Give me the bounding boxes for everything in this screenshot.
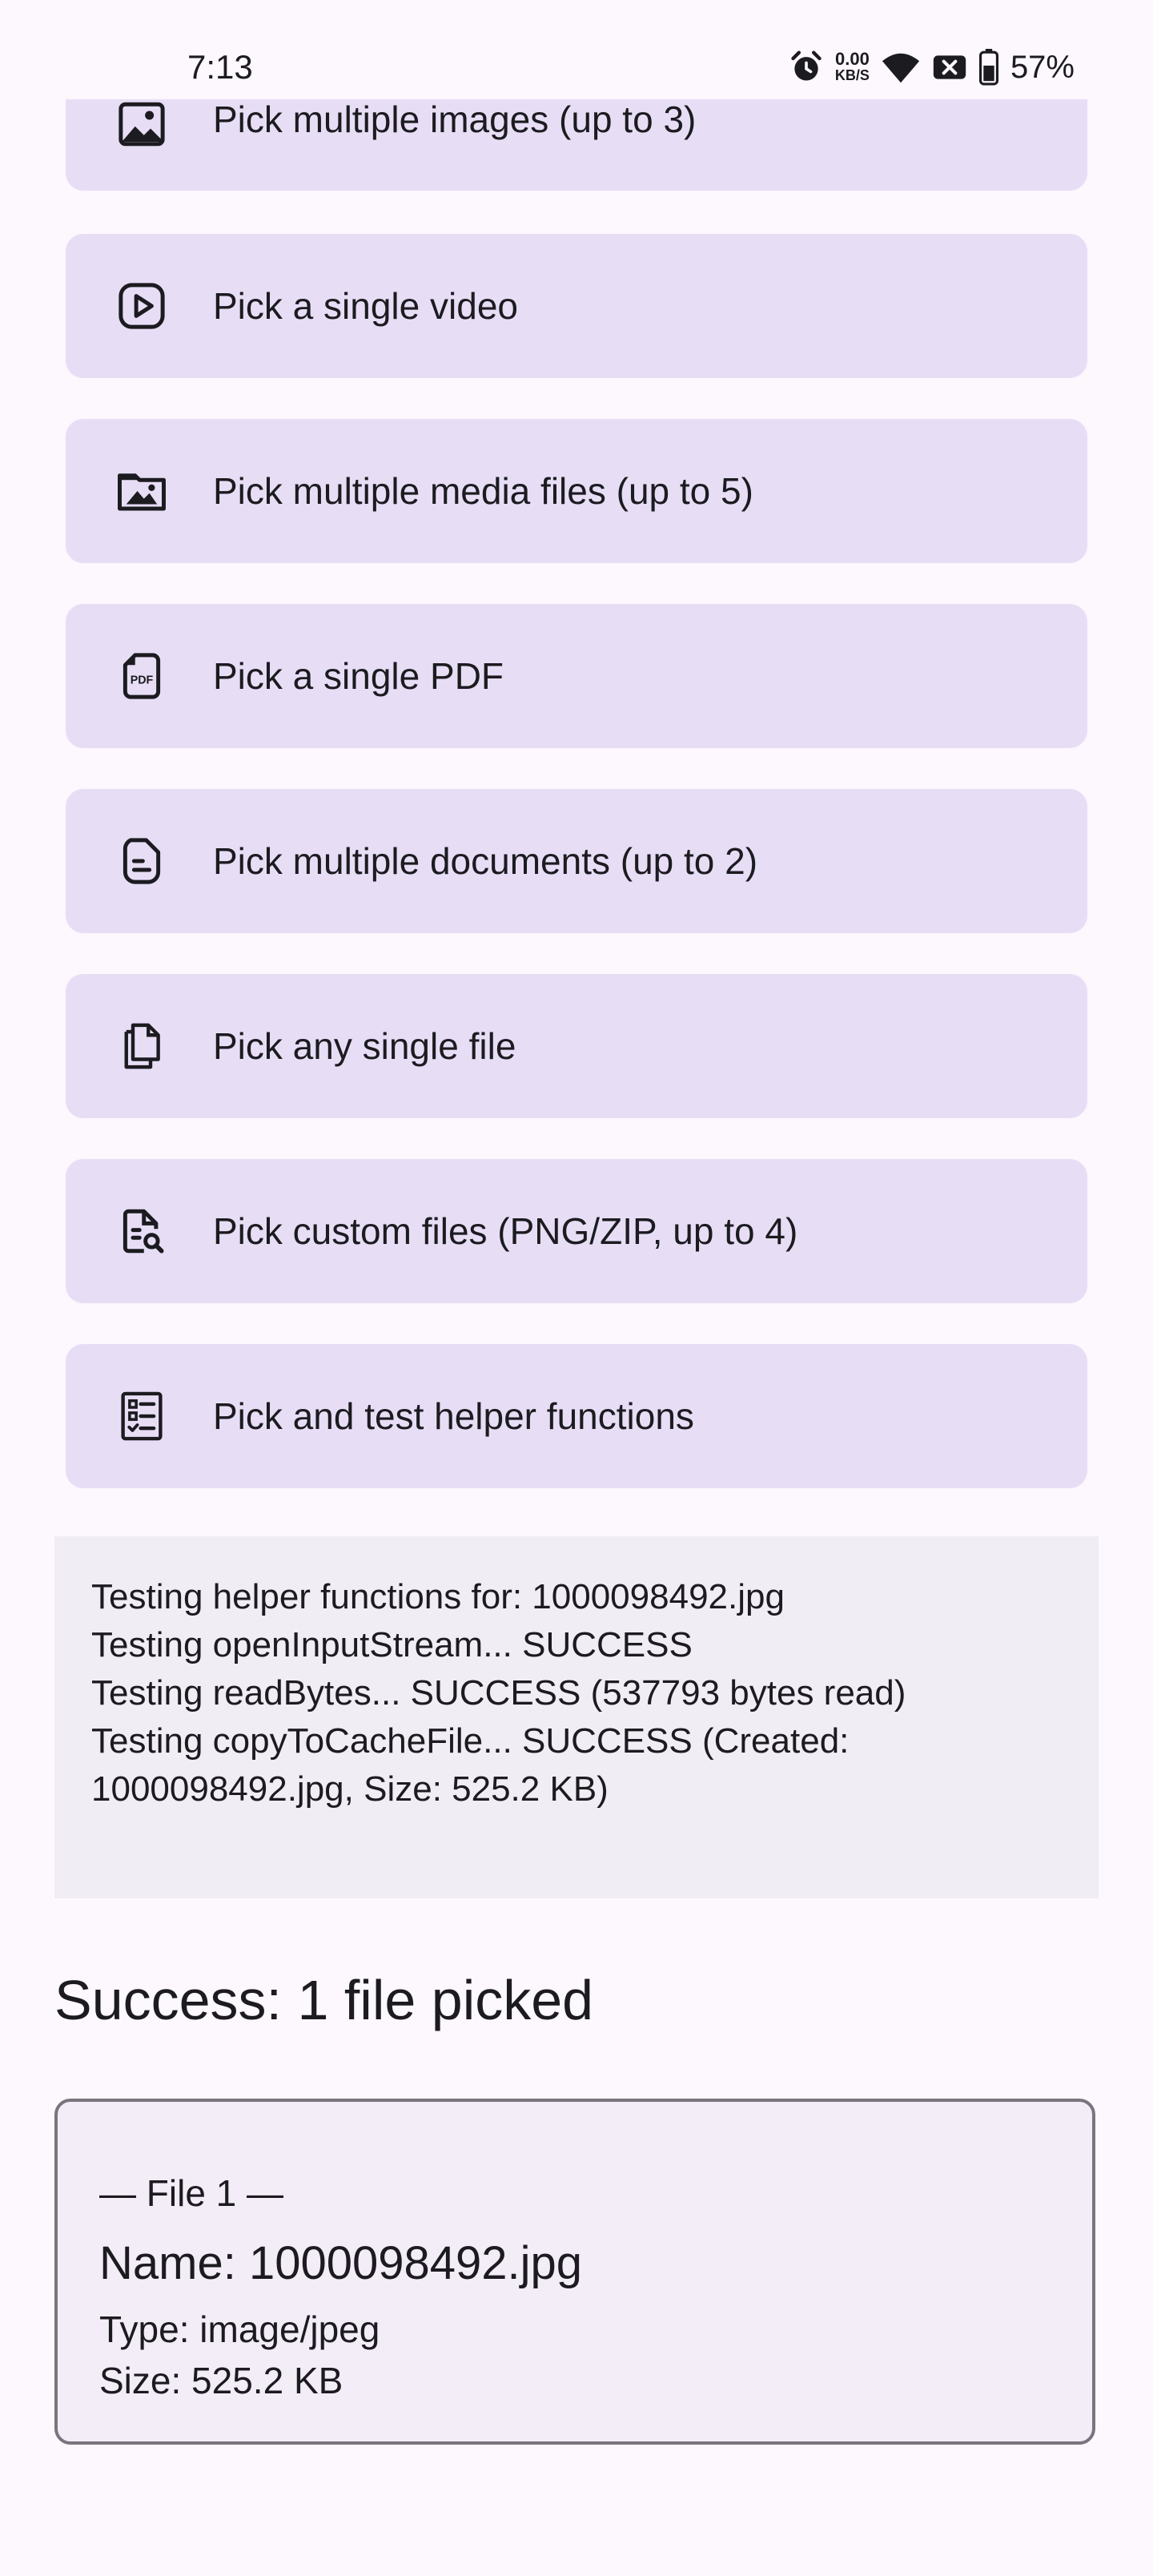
button-label: Pick any single file xyxy=(213,1025,516,1067)
log-line: Testing readBytes... SUCCESS (537793 byt… xyxy=(91,1673,906,1713)
file-search-icon xyxy=(115,1205,168,1258)
no-sim-icon xyxy=(932,51,967,83)
media-folder-icon xyxy=(115,465,168,517)
file-size: Size: 525.2 KB xyxy=(99,2360,343,2401)
button-label: Pick multiple documents (up to 2) xyxy=(213,840,758,882)
network-speed-unit: KB/S xyxy=(834,67,870,83)
pick-single-video-button[interactable]: Pick a single video xyxy=(66,234,1087,378)
pick-any-single-file-button[interactable]: Pick any single file xyxy=(66,974,1087,1118)
pick-multiple-documents-button[interactable]: Pick multiple documents (up to 2) xyxy=(66,789,1087,933)
file-header: — File 1 — xyxy=(99,2172,284,2214)
pdf-icon: PDF xyxy=(115,650,168,702)
helper-test-log: Testing helper functions for: 1000098492… xyxy=(54,1536,1099,1898)
file-info-card: — File 1 — Name: 1000098492.jpg Type: im… xyxy=(54,2099,1095,2445)
button-label: Pick multiple media files (up to 5) xyxy=(213,470,753,512)
network-speed-value: 0.00 xyxy=(835,49,870,69)
alarm-icon xyxy=(789,50,824,85)
pdf-icon-text: PDF xyxy=(131,674,154,687)
button-label: Pick and test helper functions xyxy=(213,1395,694,1437)
pick-single-pdf-button[interactable]: PDF Pick a single PDF xyxy=(66,604,1087,748)
files-icon xyxy=(115,1020,168,1073)
video-icon xyxy=(115,280,168,332)
battery-icon xyxy=(978,49,999,86)
result-title: Success: 1 file picked xyxy=(54,1969,594,2031)
log-line: Testing helper functions for: 1000098492… xyxy=(91,1577,785,1616)
status-bar: 7:13 0.00 KB/S 57% xyxy=(0,0,1153,99)
button-label: Pick a single PDF xyxy=(213,655,504,697)
log-line: 1000098492.jpg, Size: 525.2 KB) xyxy=(91,1769,609,1809)
checklist-icon xyxy=(115,1390,168,1443)
status-time: 7:13 xyxy=(187,48,253,86)
image-icon xyxy=(115,98,168,151)
log-line: Testing openInputStream... SUCCESS xyxy=(91,1625,693,1664)
pick-and-test-helper-button[interactable]: Pick and test helper functions xyxy=(66,1344,1087,1488)
file-name: Name: 1000098492.jpg xyxy=(99,2237,583,2289)
status-icons: 0.00 KB/S 57% xyxy=(789,45,1075,90)
network-speed: 0.00 KB/S xyxy=(834,49,870,84)
pick-custom-files-button[interactable]: Pick custom files (PNG/ZIP, up to 4) xyxy=(66,1159,1087,1303)
wifi-icon xyxy=(881,50,921,85)
document-icon xyxy=(115,835,168,888)
file-type: Type: image/jpeg xyxy=(99,2308,380,2350)
battery-percent: 57% xyxy=(1010,50,1075,85)
log-line: Testing copyToCacheFile... SUCCESS (Crea… xyxy=(91,1721,850,1761)
button-label: Pick multiple images (up to 3) xyxy=(213,99,697,140)
pick-multiple-media-button[interactable]: Pick multiple media files (up to 5) xyxy=(66,419,1087,563)
button-label: Pick a single video xyxy=(213,285,518,327)
button-label: Pick custom files (PNG/ZIP, up to 4) xyxy=(213,1210,798,1252)
